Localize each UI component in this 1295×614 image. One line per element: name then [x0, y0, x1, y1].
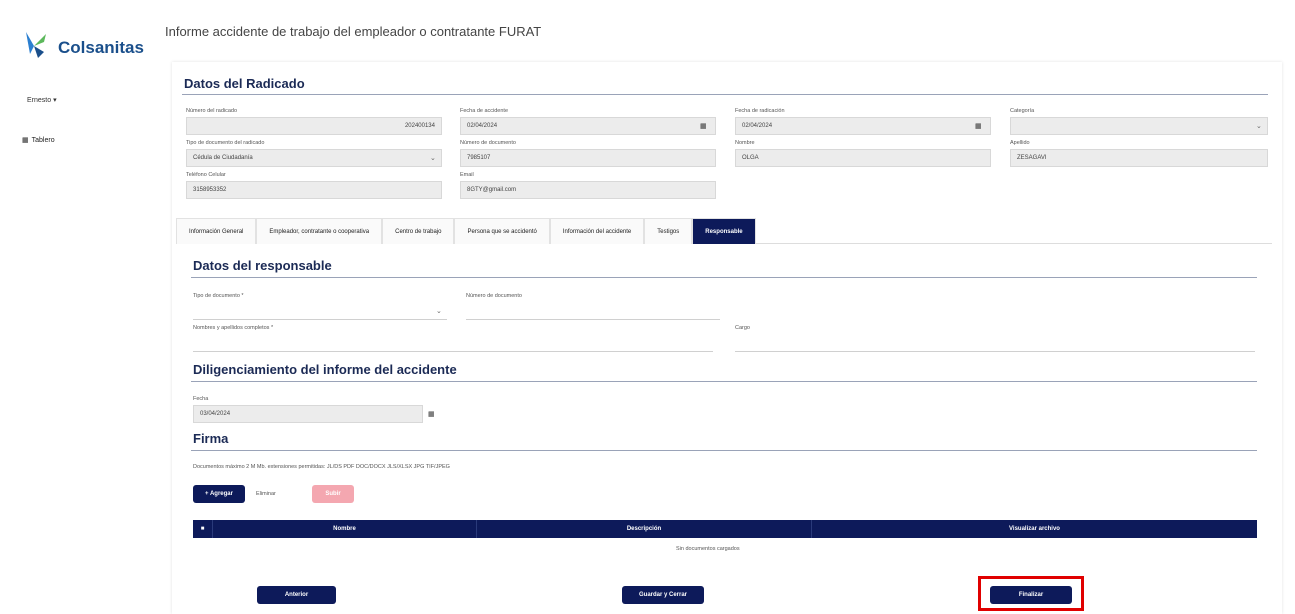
tab-responsable[interactable]: Responsable: [692, 218, 756, 244]
grid-icon: ▦: [22, 137, 29, 144]
tab-informacion-accidente[interactable]: Información del accidente: [549, 218, 645, 244]
section-title-firma: Firma: [193, 431, 229, 446]
upload-help-text: Documentos máximo 2 M Mb. extensiones pe…: [193, 464, 450, 470]
field-label: Fecha de radicación: [735, 108, 785, 114]
field-label: Fecha de accidente: [460, 108, 509, 114]
previous-button[interactable]: Anterior: [257, 586, 336, 604]
calendar-icon[interactable]: ▦: [428, 410, 435, 418]
tab-informacion-general[interactable]: Información General: [176, 218, 257, 244]
add-file-button[interactable]: + Agregar: [193, 485, 245, 503]
numero-documento-responsable-field[interactable]: [466, 302, 720, 320]
field-label: Número del radicado: [186, 108, 238, 114]
tab-bar: Información General Empleador, contratan…: [176, 218, 1272, 244]
remove-label[interactable]: Eliminar: [256, 491, 276, 497]
numero-documento-field[interactable]: 7985107: [460, 149, 716, 167]
field-label: Tipo de documento *: [193, 293, 244, 299]
section-title-responsable: Datos del responsable: [193, 258, 332, 273]
tab-persona-accidentada[interactable]: Persona que se accidentó: [454, 218, 550, 244]
cargo-field[interactable]: [735, 334, 1255, 352]
user-menu[interactable]: Ernesto ▾: [27, 96, 57, 104]
column-header: Descripción: [477, 520, 812, 538]
colsanitas-logo-icon: [26, 32, 46, 58]
save-close-button[interactable]: Guardar y Cerrar: [622, 586, 704, 604]
nombre-responsable-field[interactable]: [193, 334, 713, 352]
sidebar-item-label: Tablero: [31, 136, 55, 144]
calendar-icon[interactable]: ▦: [975, 122, 982, 130]
tab-empleador[interactable]: Empleador, contratante o cooperativa: [256, 218, 383, 244]
apellido-field[interactable]: ZESAGAVI: [1010, 149, 1268, 167]
page-title: Informe accidente de trabajo del emplead…: [165, 24, 542, 39]
email-field[interactable]: 8GTY@gmail.com: [460, 181, 716, 199]
brand-name: Colsanitas: [58, 38, 144, 57]
nombre-field[interactable]: OLGA: [735, 149, 991, 167]
fecha-radicacion-field[interactable]: 02/04/2024: [735, 117, 991, 135]
field-label: Apellido: [1010, 140, 1030, 146]
column-header: Visualizar archivo: [1009, 526, 1060, 532]
field-label: Tipo de documento del radicado: [186, 140, 265, 146]
highlight-box: [978, 576, 1084, 611]
column-header: Nombre: [213, 520, 477, 538]
tab-centro-trabajo[interactable]: Centro de trabajo: [382, 218, 455, 244]
divider: [182, 94, 1268, 95]
section-title-radicado: Datos del Radicado: [184, 76, 305, 91]
chevron-down-icon: ⌄: [1256, 123, 1262, 130]
field-label: Nombre: [735, 140, 755, 146]
chevron-down-icon: ⌄: [436, 308, 442, 315]
field-label: Fecha: [193, 396, 209, 402]
files-table-header: ■ Nombre Descripción Visualizar archivo: [193, 520, 1257, 538]
field-label: Nombres y apellidos completos *: [193, 325, 274, 331]
field-label: Email: [460, 172, 474, 178]
divider: [191, 277, 1257, 278]
colsanitas-logo: Colsanitas: [22, 28, 152, 64]
telefono-field[interactable]: 3158953352: [186, 181, 442, 199]
divider: [191, 381, 1257, 382]
fecha-diligenciamiento-field[interactable]: 03/04/2024: [193, 405, 423, 423]
field-label: Número de documento: [460, 140, 516, 146]
field-label: Teléfono Celular: [186, 172, 226, 178]
empty-table-text: Sin documentos cargados: [676, 546, 740, 552]
sidebar-item-tablero[interactable]: ▦ Tablero: [22, 136, 55, 145]
categoria-select[interactable]: [1010, 117, 1268, 135]
fecha-accidente-field[interactable]: 02/04/2024: [460, 117, 716, 135]
tipo-documento-responsable-select[interactable]: [193, 302, 447, 320]
field-label: Cargo: [735, 325, 750, 331]
section-title-diligenciamiento: Diligenciamiento del informe del acciden…: [193, 362, 457, 377]
divider: [191, 450, 1257, 451]
numero-radicado-field[interactable]: 202400134: [186, 117, 442, 135]
chevron-down-icon: ⌄: [430, 155, 436, 162]
upload-button[interactable]: Subir: [312, 485, 354, 503]
tipo-documento-select[interactable]: Cédula de Ciudadanía: [186, 149, 442, 167]
select-all-checkbox[interactable]: ■: [193, 520, 213, 538]
field-label: Categoría: [1010, 108, 1035, 114]
tab-testigos[interactable]: Testigos: [644, 218, 693, 244]
field-label: Número de documento: [466, 293, 522, 299]
calendar-icon[interactable]: ▦: [700, 122, 707, 130]
